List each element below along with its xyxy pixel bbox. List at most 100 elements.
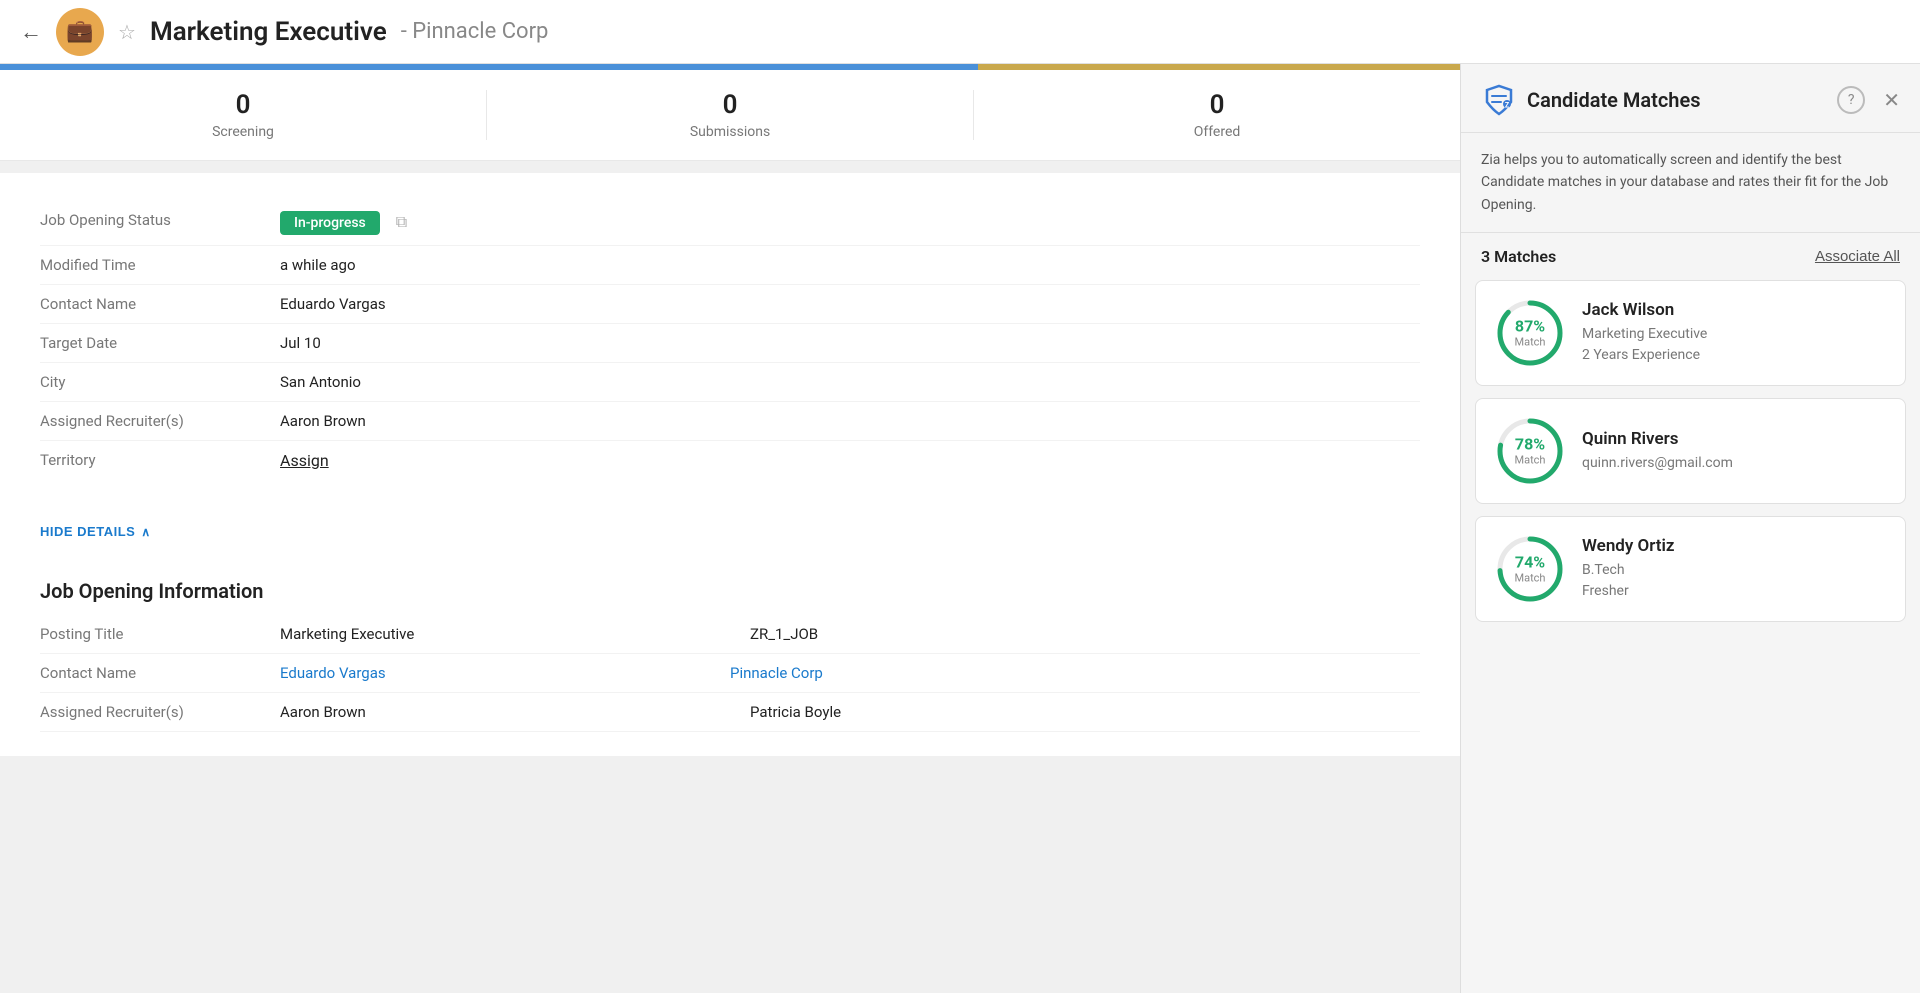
stat-submissions-number: 0 bbox=[723, 90, 738, 120]
field-row-city: City San Antonio bbox=[40, 363, 1420, 402]
stat-submissions-label: Submissions bbox=[690, 124, 770, 140]
candidate-detail2-2: Fresher bbox=[1582, 581, 1887, 602]
candidate-name-2: Wendy Ortiz bbox=[1582, 536, 1887, 556]
match-percent-2: 74% bbox=[1514, 554, 1545, 572]
recruiter-secondary-value: Patricia Boyle bbox=[730, 703, 841, 721]
field-row-target-date: Target Date Jul 10 bbox=[40, 324, 1420, 363]
match-circle-2: 74% Match bbox=[1494, 533, 1566, 605]
candidate-detail1-0: Marketing Executive bbox=[1582, 324, 1887, 345]
progress-bar-container bbox=[0, 64, 1460, 70]
stat-submissions: 0 Submissions bbox=[487, 90, 974, 140]
job-info-section-title: Job Opening Information bbox=[0, 555, 1460, 615]
field-value-city: San Antonio bbox=[280, 373, 361, 391]
info-col-company: Pinnacle Corp bbox=[730, 664, 1420, 682]
help-icon[interactable]: ? bbox=[1837, 86, 1865, 114]
field-label-city: City bbox=[40, 373, 280, 391]
zia-icon: Z bbox=[1481, 82, 1517, 118]
hide-details-chevron-icon: ∧ bbox=[141, 525, 150, 539]
contact-name-value[interactable]: Eduardo Vargas bbox=[280, 664, 386, 682]
hide-details-label: HIDE DETAILS bbox=[40, 524, 135, 539]
field-label-territory: Territory bbox=[40, 451, 280, 469]
candidate-detail1-1: quinn.rivers@gmail.com bbox=[1582, 453, 1887, 474]
candidate-info-0: Jack Wilson Marketing Executive 2 Years … bbox=[1582, 300, 1887, 366]
field-label-recruiter: Assigned Recruiter(s) bbox=[40, 412, 280, 430]
assign-link[interactable]: Assign bbox=[280, 451, 329, 470]
associate-all-button[interactable]: Associate All bbox=[1815, 248, 1900, 265]
candidate-detail2-0: 2 Years Experience bbox=[1582, 345, 1887, 366]
main-layout: 0 Screening 0 Submissions 0 Offered Job … bbox=[0, 64, 1920, 993]
field-row-status: Job Opening Status In-progress ⧉ bbox=[40, 201, 1420, 246]
progress-bar-gold bbox=[978, 64, 1460, 70]
hide-details-button[interactable]: HIDE DETAILS ∧ bbox=[40, 524, 151, 539]
matches-header: 3 Matches Associate All bbox=[1461, 233, 1920, 280]
right-panel: Z Candidate Matches ? ✕ Zia helps you to… bbox=[1460, 64, 1920, 993]
recruiter-label: Assigned Recruiter(s) bbox=[40, 703, 280, 721]
match-circle-1: 78% Match bbox=[1494, 415, 1566, 487]
candidate-info-2: Wendy Ortiz B.Tech Fresher bbox=[1582, 536, 1887, 602]
star-icon[interactable]: ☆ bbox=[118, 20, 136, 44]
job-icon: 💼 bbox=[56, 8, 104, 56]
hide-details-row: HIDE DETAILS ∧ bbox=[0, 508, 1460, 555]
candidate-cards: 87% Match Jack Wilson Marketing Executiv… bbox=[1461, 280, 1920, 622]
panel-description: Zia helps you to automatically screen an… bbox=[1461, 133, 1920, 233]
info-col-posting-code: ZR_1_JOB bbox=[730, 625, 1420, 643]
stat-screening: 0 Screening bbox=[0, 90, 487, 140]
candidate-card-0[interactable]: 87% Match Jack Wilson Marketing Executiv… bbox=[1475, 280, 1906, 386]
field-label-target-date: Target Date bbox=[40, 334, 280, 352]
match-label-0: Match bbox=[1514, 335, 1545, 348]
info-col-contact-label: Contact Name Eduardo Vargas bbox=[40, 664, 730, 682]
stat-offered-label: Offered bbox=[1194, 124, 1241, 140]
field-row-recruiter: Assigned Recruiter(s) Aaron Brown bbox=[40, 402, 1420, 441]
field-value-status: In-progress ⧉ bbox=[280, 211, 407, 235]
field-value-recruiter: Aaron Brown bbox=[280, 412, 366, 430]
field-value-contact: Eduardo Vargas bbox=[280, 295, 386, 313]
status-badge: In-progress bbox=[280, 211, 380, 235]
match-text-1: 78% Match bbox=[1514, 436, 1545, 467]
header-title: Marketing Executive bbox=[150, 17, 387, 47]
candidate-detail1-2: B.Tech bbox=[1582, 560, 1887, 581]
company-name-value[interactable]: Pinnacle Corp bbox=[730, 664, 823, 682]
clone-icon[interactable]: ⧉ bbox=[396, 212, 407, 232]
matches-count: 3 Matches bbox=[1481, 247, 1556, 266]
match-label-2: Match bbox=[1514, 571, 1545, 584]
field-label-status: Job Opening Status bbox=[40, 211, 280, 229]
close-button[interactable]: ✕ bbox=[1883, 88, 1900, 113]
field-label-modified: Modified Time bbox=[40, 256, 280, 274]
candidate-card-1[interactable]: 78% Match Quinn Rivers quinn.rivers@gmai… bbox=[1475, 398, 1906, 504]
info-col-recruiter-secondary: Patricia Boyle bbox=[730, 703, 1420, 721]
contact-name-label: Contact Name bbox=[40, 664, 280, 682]
info-row-assigned-recruiter: Assigned Recruiter(s) Aaron Brown Patric… bbox=[40, 693, 1420, 732]
back-button[interactable]: ← bbox=[20, 19, 42, 45]
match-label-1: Match bbox=[1514, 453, 1545, 466]
match-percent-0: 87% bbox=[1514, 318, 1545, 336]
field-label-contact: Contact Name bbox=[40, 295, 280, 313]
match-text-0: 87% Match bbox=[1514, 318, 1545, 349]
details-section: Job Opening Status In-progress ⧉ Modifie… bbox=[0, 173, 1460, 508]
header-bar: ← 💼 ☆ Marketing Executive - Pinnacle Cor… bbox=[0, 0, 1920, 64]
posting-title-label: Posting Title bbox=[40, 625, 280, 643]
right-panel-header: Z Candidate Matches ? ✕ bbox=[1461, 64, 1920, 133]
info-table: Posting Title Marketing Executive ZR_1_J… bbox=[0, 615, 1460, 756]
info-col-posting-label: Posting Title Marketing Executive bbox=[40, 625, 730, 643]
stats-row: 0 Screening 0 Submissions 0 Offered bbox=[0, 70, 1460, 161]
field-row-modified: Modified Time a while ago bbox=[40, 246, 1420, 285]
info-row-posting-title: Posting Title Marketing Executive ZR_1_J… bbox=[40, 615, 1420, 654]
progress-bar-blue bbox=[0, 64, 978, 70]
left-panel: 0 Screening 0 Submissions 0 Offered Job … bbox=[0, 64, 1460, 993]
candidate-info-1: Quinn Rivers quinn.rivers@gmail.com bbox=[1582, 429, 1887, 474]
posting-title-code: ZR_1_JOB bbox=[730, 625, 818, 643]
panel-title: Candidate Matches bbox=[1527, 88, 1827, 112]
candidate-card-2[interactable]: 74% Match Wendy Ortiz B.Tech Fresher bbox=[1475, 516, 1906, 622]
field-row-contact: Contact Name Eduardo Vargas bbox=[40, 285, 1420, 324]
field-value-modified: a while ago bbox=[280, 256, 356, 274]
stat-offered-number: 0 bbox=[1210, 90, 1225, 120]
match-percent-1: 78% bbox=[1514, 436, 1545, 454]
header-subtitle: - Pinnacle Corp bbox=[401, 19, 549, 44]
match-text-2: 74% Match bbox=[1514, 554, 1545, 585]
recruiter-value: Aaron Brown bbox=[280, 703, 366, 721]
stat-screening-label: Screening bbox=[212, 124, 274, 140]
info-row-contact-name: Contact Name Eduardo Vargas Pinnacle Cor… bbox=[40, 654, 1420, 693]
field-row-territory: Territory Assign bbox=[40, 441, 1420, 480]
field-value-target-date: Jul 10 bbox=[280, 334, 321, 352]
posting-title-value: Marketing Executive bbox=[280, 625, 414, 643]
